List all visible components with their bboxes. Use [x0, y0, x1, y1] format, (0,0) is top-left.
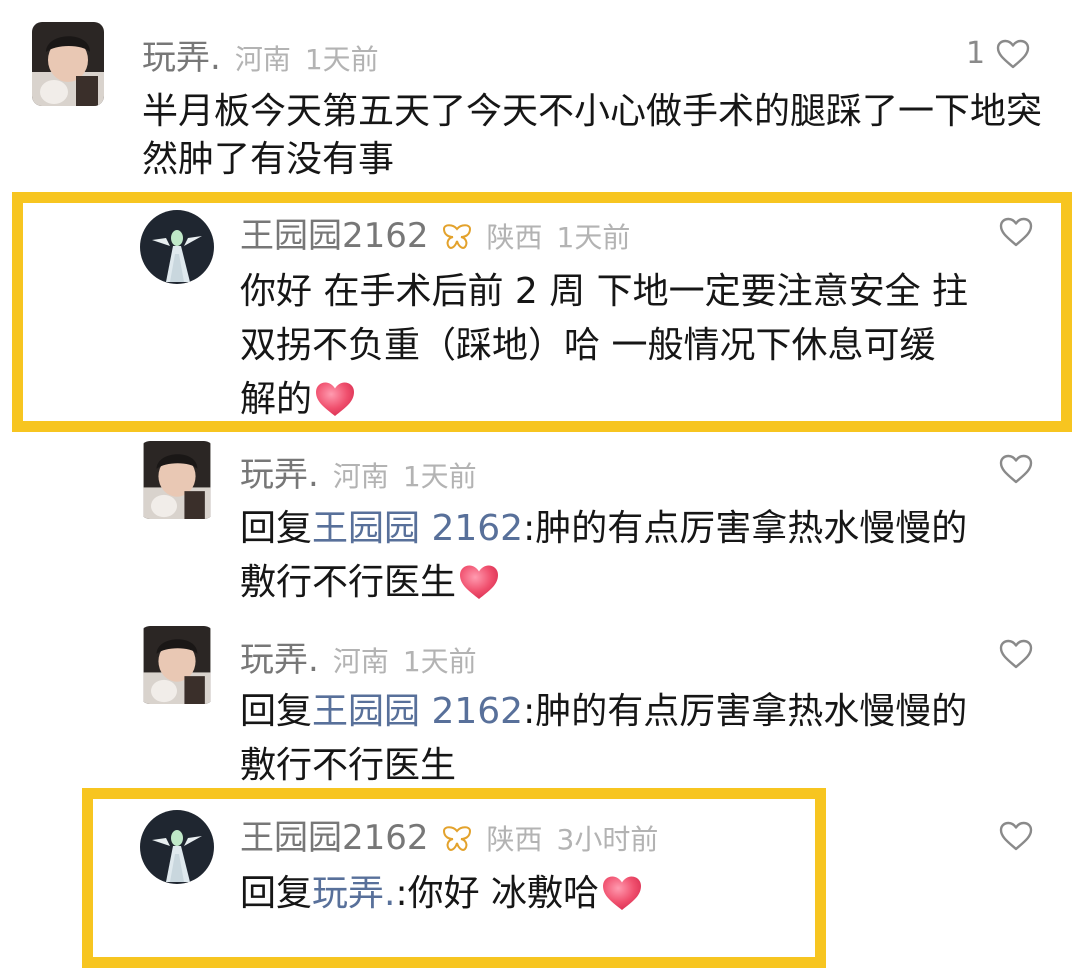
user-avatar[interactable]: [32, 22, 104, 106]
comment-text-line: 双拐不负重（踩地）哈 一般情况下休息可缓: [240, 325, 936, 366]
reply-prefix: 回复: [240, 508, 313, 549]
comment-text[interactable]: 你好 在手术后前 2 周 下地一定要注意安全 拄 双拐不负重（踩地）哈 一般情况…: [240, 268, 1040, 430]
butterfly-badge-icon: [441, 223, 473, 251]
mention-link[interactable]: 玩弄.: [312, 873, 395, 914]
comment-text[interactable]: 回复王园园 2162:肿的有点厉害拿热水慢慢的 敷行不行医生: [240, 688, 1040, 796]
comment-meta: 王园园2162 陕西 3小时前: [240, 810, 658, 859]
comment-meta: 王园园2162 陕西 1天前: [240, 208, 630, 257]
location: 河南: [332, 645, 389, 678]
reply-prefix: 回复: [240, 873, 313, 914]
user-avatar[interactable]: [140, 210, 214, 284]
location: 河南: [234, 43, 291, 76]
heart-outline-icon: [998, 453, 1034, 485]
user-avatar[interactable]: [140, 441, 214, 519]
timestamp: 1天前: [402, 645, 477, 678]
timestamp: 1天前: [304, 43, 379, 76]
mention-link[interactable]: 王园园 2162: [312, 508, 523, 549]
like-button[interactable]: [998, 216, 1034, 248]
user-avatar[interactable]: [140, 626, 214, 704]
comment-meta: 玩弄. 河南 1天前: [240, 632, 477, 681]
location: 河南: [332, 460, 389, 493]
reply-text: :肿的有点厉害拿热水慢慢的: [523, 691, 968, 732]
comment-text[interactable]: 回复玩弄.:你好 冰敷哈: [240, 870, 645, 918]
mention-link[interactable]: 王园园 2162: [312, 691, 523, 732]
username[interactable]: 玩弄.: [240, 632, 319, 681]
comment-text-line: 解的: [240, 376, 1040, 430]
reply-comment: 王园园2162 陕西 1天前 你好 在手术后前 2 周 下地一定要注意安全 拄 …: [0, 190, 1080, 435]
comment-text[interactable]: 半月板今天第五天了今天不小心做手术的腿踩了一下地突然肿了有没有事: [142, 88, 1047, 184]
timestamp: 1天前: [402, 460, 477, 493]
reply-prefix: 回复: [240, 691, 313, 732]
timestamp: 3小时前: [556, 823, 659, 856]
heart-outline-icon: [998, 820, 1034, 852]
location: 陕西: [486, 221, 543, 254]
username[interactable]: 玩弄.: [142, 30, 221, 79]
reply-text: :肿的有点厉害拿热水慢慢的: [523, 508, 968, 549]
heart-emoji-icon: [599, 873, 645, 913]
reply-text: 敷行不行医生: [240, 745, 457, 786]
reply-text: :你好 冰敷哈: [395, 873, 600, 914]
heart-outline-icon: [998, 216, 1034, 248]
reply-comment: 王园园2162 陕西 3小时前 回复玩弄.:你好 冰敷哈: [0, 790, 1080, 971]
timestamp: 1天前: [556, 221, 631, 254]
comment-text-line: 敷行不行医生: [240, 742, 1040, 796]
username[interactable]: 王园园2162: [240, 208, 429, 257]
heart-outline-icon: [998, 638, 1034, 670]
location: 陕西: [486, 823, 543, 856]
reply-comment: 玩弄. 河南 1天前 回复王园园 2162:肿的有点厉害拿热水慢慢的 敷行不行医…: [0, 435, 1080, 620]
like-count: 1: [966, 36, 986, 71]
butterfly-badge-icon: [441, 825, 473, 853]
reply-text: 敷行不行医生: [240, 562, 457, 603]
comment-text[interactable]: 回复王园园 2162:肿的有点厉害拿热水慢慢的 敷行不行医生: [240, 505, 1040, 613]
comment-meta: 玩弄. 河南 1天前: [240, 447, 477, 496]
heart-emoji-icon: [456, 562, 502, 602]
comment-text-line: 回复王园园 2162:肿的有点厉害拿热水慢慢的: [240, 688, 1040, 742]
like-button[interactable]: [998, 638, 1034, 670]
comment-text-line: 回复王园园 2162:肿的有点厉害拿热水慢慢的: [240, 505, 1040, 559]
username[interactable]: 玩弄.: [240, 447, 319, 496]
heart-emoji-icon: [312, 379, 358, 419]
like-button[interactable]: [998, 453, 1034, 485]
username[interactable]: 王园园2162: [240, 810, 429, 859]
heart-outline-icon: [995, 38, 1031, 70]
like-button[interactable]: [998, 820, 1034, 852]
comment-text-end: 解的: [240, 379, 313, 420]
comment-meta: 玩弄. 河南 1天前: [142, 30, 379, 79]
user-avatar[interactable]: [140, 810, 214, 884]
comment-text-line: 你好 在手术后前 2 周 下地一定要注意安全 拄: [240, 271, 969, 312]
like-button[interactable]: 1: [966, 36, 1031, 71]
comment: 玩弄. 河南 1天前 1 半月板今天第五天了今天不小心做手术的腿踩了一下地突然肿…: [0, 0, 1080, 190]
reply-comment: 玩弄. 河南 1天前 回复王园园 2162:肿的有点厉害拿热水慢慢的 敷行不行医…: [0, 620, 1080, 790]
comment-text-line: 敷行不行医生: [240, 559, 1040, 613]
